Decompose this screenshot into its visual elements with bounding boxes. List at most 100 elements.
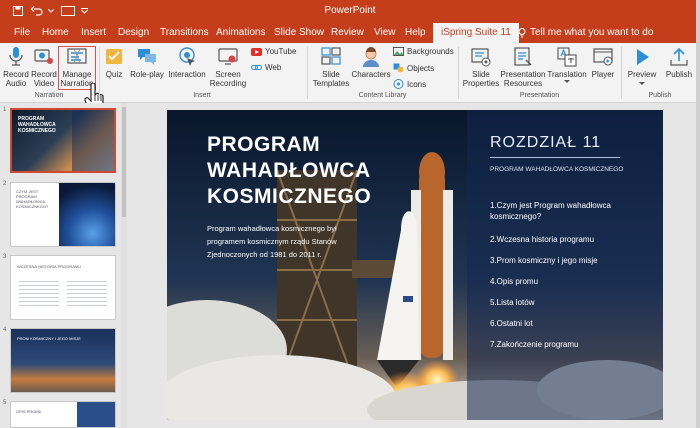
link-icon (251, 65, 262, 70)
tell-me-search[interactable]: Tell me what you want to do (518, 27, 653, 38)
player-button[interactable]: Player (588, 46, 618, 79)
title-bar: PowerPoint (0, 0, 700, 22)
tab-ispring-suite[interactable]: iSpring Suite 11 (433, 23, 519, 43)
toc-item: kosmicznego? (490, 212, 542, 221)
tab-review[interactable]: Review (331, 27, 364, 38)
window-edge (696, 0, 700, 428)
tab-home[interactable]: Home (42, 27, 69, 38)
interaction-label: Interaction (168, 70, 206, 79)
slide-templates-label: Slide Templates (312, 70, 350, 88)
thumbnail-image (77, 402, 115, 427)
role-play-label: Role-play (130, 70, 164, 79)
tab-animations[interactable]: Animations (216, 27, 265, 38)
backgrounds-button[interactable]: Backgrounds (393, 47, 454, 56)
quiz-icon (102, 46, 126, 68)
thumbnail-title: PROM KOSMICZNY I JEGO MISJE (17, 336, 81, 341)
chapter-subtitle[interactable]: PROGRAM WAHADŁOWCA KOSMICZNEGO (490, 166, 623, 173)
role-play-icon (128, 46, 166, 68)
interaction-button[interactable]: Interaction (167, 46, 207, 79)
slide-subtitle[interactable]: Program wahadłowca kosmicznego był progr… (207, 222, 357, 261)
toc-item: 4.Opis promu (490, 277, 539, 286)
quiz-button[interactable]: Quiz (102, 46, 126, 79)
player-label: Player (591, 70, 615, 79)
publish-label: Publish (665, 70, 693, 79)
objects-label: Objects (407, 63, 435, 73)
thumbnail-number: 2 (3, 181, 7, 187)
toc-item: 3.Prom kosmiczny i jego misje (490, 256, 598, 265)
ribbon-panel: Record Audio Record Video Manage Narrati… (0, 43, 700, 111)
screen-recording-icon (208, 46, 248, 68)
record-audio-button[interactable]: Record Audio (2, 46, 30, 88)
chapter-title[interactable]: ROZDZIAŁ 11 (490, 134, 601, 152)
translation-label: Translation (547, 70, 587, 79)
record-video-button[interactable]: Record Video (30, 46, 58, 88)
icons-button[interactable]: Icons (393, 79, 426, 89)
narration-group-label: Narration (34, 92, 64, 99)
tab-file[interactable]: File (14, 27, 30, 38)
tab-view[interactable]: View (374, 27, 396, 38)
character-icon (351, 46, 391, 68)
table-of-contents[interactable]: 1.Czym jest Program wahadłowca kosmiczne… (490, 200, 611, 360)
slide-title[interactable]: PROGRAM WAHADŁOWCA KOSMICZNEGO (207, 132, 397, 210)
powerpoint-window: PowerPoint File Home Insert Design Trans… (0, 0, 700, 428)
web-button[interactable]: Web (251, 63, 281, 72)
thumbnail-text-lines (19, 278, 59, 308)
tab-insert[interactable]: Insert (81, 27, 106, 38)
tab-slide-show[interactable]: Slide Show (274, 27, 324, 38)
group-separator (307, 47, 308, 99)
presentation-resources-label: Presentation Resources (500, 70, 546, 88)
toc-item: 6.Ostatni lot (490, 319, 533, 328)
objects-icon (393, 63, 404, 73)
thumbnail-slide-1[interactable]: PROGRAM WAHADŁOWCA KOSMICZNEGO (10, 108, 116, 173)
characters-label: Characters (351, 70, 391, 79)
app-title: PowerPoint (324, 5, 376, 16)
icons-library-icon (393, 79, 404, 89)
thumbnail-slide-2[interactable]: CZYM JEST PROGRAM WAHADŁOWCA KOSMICZNEGO… (10, 182, 116, 247)
thumbnail-panel (72, 110, 114, 171)
thumbnail-title: PROGRAM WAHADŁOWCA KOSMICZNEGO (18, 116, 56, 134)
lightbulb-icon (518, 27, 526, 37)
characters-button[interactable]: Characters (351, 46, 391, 79)
publish-upload-icon (662, 46, 696, 68)
ribbon-tabs: File Home Insert Design Transitions Anim… (0, 22, 700, 43)
translation-button[interactable]: Translation (547, 46, 587, 84)
icons-label: Icons (407, 79, 427, 89)
toc-item: 5.Lista lotów (490, 298, 535, 307)
scrollbar-thumb[interactable] (122, 107, 126, 217)
backgrounds-label: Backgrounds (407, 47, 454, 56)
presentation-resources-icon (499, 46, 547, 68)
tab-help[interactable]: Help (405, 27, 426, 38)
presentation-resources-button[interactable]: Presentation Resources (499, 46, 547, 88)
image-icon (393, 47, 404, 56)
toc-item: 7.Zakończenie programu (490, 340, 579, 349)
thumbnail-slide-5[interactable]: OPIS PROMU (10, 401, 116, 428)
youtube-icon (251, 47, 262, 56)
slide-properties-button[interactable]: Slide Properties (461, 46, 501, 88)
slide-properties-icon (461, 46, 501, 68)
preview-label: Preview (627, 70, 657, 79)
publish-button[interactable]: Publish (662, 46, 696, 79)
thumbnail-image (59, 183, 115, 246)
objects-button[interactable]: Objects (393, 63, 434, 73)
tab-transitions[interactable]: Transitions (160, 27, 209, 38)
thumbnail-number: 3 (3, 254, 7, 260)
screen-recording-button[interactable]: Screen Recording (208, 46, 248, 88)
video-camera-icon (30, 46, 58, 68)
microphone-icon (2, 46, 30, 68)
slide-thumbnails-pane: 1 PROGRAM WAHADŁOWCA KOSMICZNEGO 2 CZYM … (0, 103, 127, 428)
thumbnail-slide-4[interactable]: PROM KOSMICZNY I JEGO MISJE (10, 328, 116, 393)
record-audio-label: Record Audio (3, 70, 29, 88)
toc-item: 1.Czym jest Program wahadłowca (490, 201, 611, 210)
youtube-button[interactable]: YouTube (251, 47, 296, 56)
tab-design[interactable]: Design (118, 27, 149, 38)
insert-group-label: Insert (193, 92, 211, 99)
slide-templates-button[interactable]: Slide Templates (310, 46, 352, 88)
thumbnail-text-lines (67, 278, 107, 308)
thumbnail-number: 5 (3, 400, 7, 406)
content-library-group-label: Content Library (358, 92, 407, 99)
preview-button[interactable]: Preview (624, 46, 660, 86)
thumbnail-slide-3[interactable]: WCZESNA HISTORIA PROGRAMU (10, 255, 116, 320)
chapter-divider (490, 157, 620, 158)
player-icon (588, 46, 618, 68)
role-play-button[interactable]: Role-play (128, 46, 166, 79)
